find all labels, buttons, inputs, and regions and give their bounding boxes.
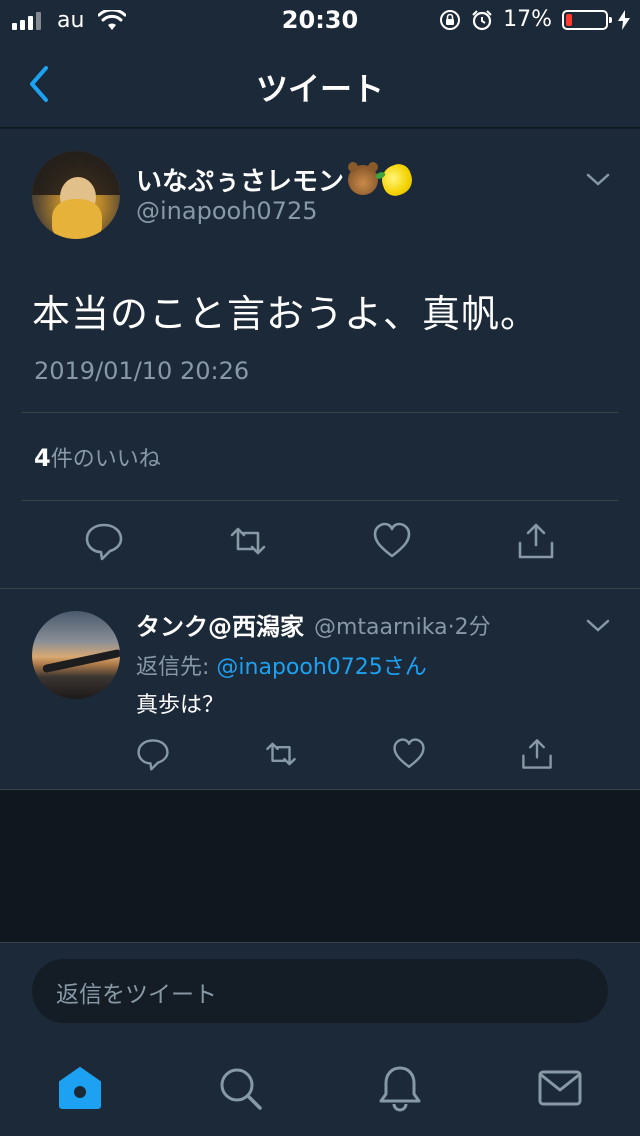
reply-tweet[interactable]: タンク@西潟家 @mtaarnika·2分 返信先: @inapooh0725さ… (0, 589, 640, 790)
avatar[interactable] (32, 151, 120, 239)
page-title: ツイート (255, 70, 384, 108)
meta-separator: · (447, 615, 455, 640)
compose-bar: 返信をツイート (0, 942, 640, 1038)
battery-icon (562, 9, 612, 30)
charging-icon (618, 9, 630, 30)
tweet-text: 本当のこと言おうよ、真帆。 (32, 292, 540, 336)
likes-count[interactable]: 4件のいいね (34, 441, 161, 473)
alarm-icon (472, 9, 492, 30)
divider (22, 412, 618, 413)
author-name-row[interactable]: いなぷぅさレモン (136, 160, 417, 199)
reply-author-handle: @mtaarnika (314, 615, 448, 640)
empty-area (0, 790, 640, 942)
avatar[interactable] (32, 611, 120, 699)
share-icon[interactable] (520, 737, 554, 771)
reply-to-label: 返信先: (136, 655, 217, 680)
reply-author-name[interactable]: タンク@西潟家 (136, 607, 304, 642)
reply-meta: @mtaarnika·2分 (314, 609, 491, 641)
status-right: 17% (439, 7, 630, 32)
nav-bar: ツイート (0, 40, 640, 128)
reply-actions (0, 737, 640, 771)
likes-number: 4 (34, 444, 51, 472)
notifications-icon[interactable] (376, 1064, 424, 1112)
reply-text: 真歩は？ (136, 693, 225, 718)
battery-fill (566, 13, 572, 26)
retweet-icon[interactable] (264, 737, 298, 771)
reply-input[interactable]: 返信をツイート (32, 959, 608, 1023)
author-handle[interactable]: @inapooh0725 (136, 197, 317, 225)
like-icon[interactable] (392, 737, 426, 771)
retweet-icon[interactable] (228, 521, 268, 561)
caret-down-icon[interactable] (584, 169, 612, 189)
author-name: いなぷぅさレモン (136, 167, 345, 197)
tab-bar (0, 1038, 640, 1136)
battery-percent: 17% (503, 7, 552, 32)
likes-label: 件のいいね (50, 447, 161, 472)
main-tweet: いなぷぅさレモン @inapooh0725 本当のこと言おうよ、真帆。 2019… (0, 129, 640, 589)
messages-icon[interactable] (536, 1064, 584, 1112)
tweet-actions (0, 521, 640, 561)
divider (22, 500, 618, 501)
status-bar: au 20:30 17% (0, 0, 640, 40)
reply-to-link[interactable]: @inapooh0725さん (216, 655, 426, 680)
rotation-lock-icon (440, 9, 461, 30)
like-icon[interactable] (372, 521, 412, 561)
reply-time: 2分 (454, 615, 491, 640)
tweet-timestamp: 2019/01/10 20:26 (34, 357, 250, 385)
lemon-emoji (377, 160, 417, 199)
search-icon[interactable] (216, 1064, 264, 1112)
reply-icon[interactable] (84, 521, 124, 561)
caret-down-icon[interactable] (584, 615, 612, 635)
reply-to: 返信先: @inapooh0725さん (136, 649, 427, 681)
share-icon[interactable] (516, 521, 556, 561)
bear-emoji (348, 161, 379, 195)
reply-icon[interactable] (136, 737, 170, 771)
home-icon[interactable] (56, 1064, 104, 1112)
